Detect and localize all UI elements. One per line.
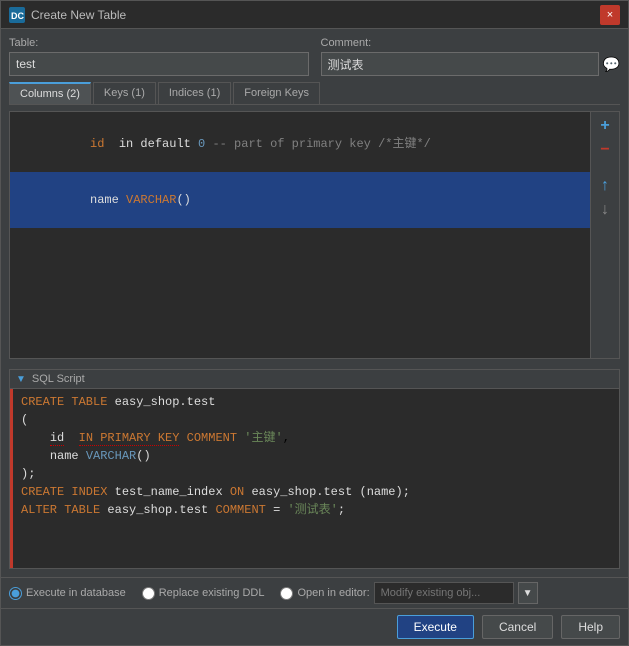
sql-line: ); bbox=[21, 465, 611, 483]
sql-line: id IN PRIMARY KEY COMMENT '主键', bbox=[21, 429, 611, 447]
create-table-dialog: DC Create New Table × Table: Comment: 💬 bbox=[0, 0, 629, 646]
table-input[interactable] bbox=[9, 52, 309, 76]
editor-line-selected[interactable]: name VARCHAR() bbox=[10, 172, 590, 228]
tab-columns[interactable]: Columns (2) bbox=[9, 82, 91, 104]
open-editor-radio-group: Open in editor: ▼ bbox=[280, 582, 537, 604]
open-editor-input[interactable] bbox=[374, 582, 514, 604]
close-button[interactable]: × bbox=[600, 5, 620, 25]
comment-icon[interactable]: 💬 bbox=[603, 56, 620, 73]
content-area: Table: Comment: 💬 Columns (2) Keys (1) I… bbox=[1, 29, 628, 577]
move-down-button[interactable]: ↓ bbox=[595, 200, 615, 220]
sql-line: CREATE TABLE easy_shop.test bbox=[21, 393, 611, 411]
cancel-button[interactable]: Cancel bbox=[482, 615, 553, 639]
editor-area: id in default 0 -- part of primary key /… bbox=[9, 111, 620, 359]
editor-lines[interactable]: id in default 0 -- part of primary key /… bbox=[10, 112, 590, 358]
tabs-row: Columns (2) Keys (1) Indices (1) Foreign… bbox=[9, 82, 620, 105]
table-field-group: Table: bbox=[9, 37, 309, 76]
tab-keys[interactable]: Keys (1) bbox=[93, 82, 156, 104]
open-editor-label: Open in editor: bbox=[297, 587, 369, 599]
open-editor-dropdown[interactable]: ▼ bbox=[518, 582, 538, 604]
sql-header[interactable]: ▼ SQL Script bbox=[10, 370, 619, 389]
tab-foreign-keys[interactable]: Foreign Keys bbox=[233, 82, 320, 104]
comment-label: Comment: bbox=[321, 37, 621, 49]
comment-field-group: Comment: 💬 bbox=[321, 37, 621, 76]
replace-ddl-label: Replace existing DDL bbox=[159, 587, 265, 599]
footer-options: Execute in database Replace existing DDL… bbox=[1, 577, 628, 608]
replace-ddl-radio-group: Replace existing DDL bbox=[142, 587, 265, 600]
move-up-button[interactable]: ↑ bbox=[595, 176, 615, 196]
sql-section: ▼ SQL Script CREATE TABLE easy_shop.test… bbox=[9, 369, 620, 569]
form-row: Table: Comment: 💬 bbox=[9, 37, 620, 76]
help-button[interactable]: Help bbox=[561, 615, 620, 639]
sql-line: ( bbox=[21, 411, 611, 429]
sql-title: SQL Script bbox=[32, 373, 85, 385]
sql-line: CREATE INDEX test_name_index ON easy_sho… bbox=[21, 483, 611, 501]
editor-toolbar: + − ↑ ↓ bbox=[590, 112, 619, 358]
title-bar: DC Create New Table × bbox=[1, 1, 628, 29]
add-row-button[interactable]: + bbox=[595, 116, 615, 136]
footer-buttons: Execute Cancel Help bbox=[1, 608, 628, 645]
remove-row-button[interactable]: − bbox=[595, 140, 615, 160]
collapse-icon: ▼ bbox=[16, 374, 26, 385]
execute-in-db-radio-group: Execute in database bbox=[9, 587, 126, 600]
sql-line: ALTER TABLE easy_shop.test COMMENT = '测试… bbox=[21, 501, 611, 519]
table-label: Table: bbox=[9, 37, 309, 49]
app-icon: DC bbox=[9, 7, 25, 23]
execute-button[interactable]: Execute bbox=[397, 615, 474, 639]
dialog-title: Create New Table bbox=[31, 8, 594, 22]
svg-text:DC: DC bbox=[11, 11, 24, 21]
comment-input-row: 💬 bbox=[321, 52, 621, 76]
sql-body: CREATE TABLE easy_shop.test ( id IN PRIM… bbox=[10, 389, 619, 568]
open-editor-radio[interactable] bbox=[280, 587, 293, 600]
sql-line: name VARCHAR() bbox=[21, 447, 611, 465]
editor-line[interactable]: id in default 0 -- part of primary key /… bbox=[10, 116, 590, 172]
execute-in-db-label: Execute in database bbox=[26, 587, 126, 599]
comment-input[interactable] bbox=[321, 52, 599, 76]
tab-indices[interactable]: Indices (1) bbox=[158, 82, 231, 104]
replace-ddl-radio[interactable] bbox=[142, 587, 155, 600]
execute-in-db-radio[interactable] bbox=[9, 587, 22, 600]
